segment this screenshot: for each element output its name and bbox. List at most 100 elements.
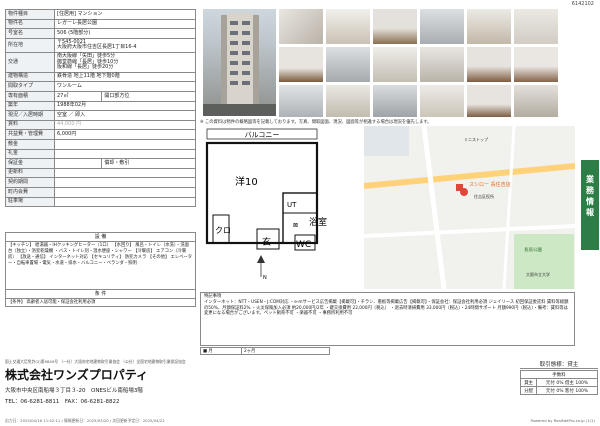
sidebar-char-1: 業	[586, 175, 594, 184]
spec-row: 町内会費	[5, 186, 196, 198]
spec-value: [住居用] マンション	[54, 9, 196, 20]
north-icon: N	[263, 275, 267, 281]
remarks-box: 特記事項 インターネット：NTT・USEN・J:COM対応 ・e-mサービス広告…	[200, 292, 575, 346]
spec-label: 賃料	[5, 119, 55, 131]
spec-row: 号室名 506 (5階部分)	[5, 28, 196, 39]
spec-label: 敷金	[5, 138, 55, 150]
spec-value	[54, 196, 196, 208]
spec-value: 1988年02月	[54, 100, 196, 112]
spec-value: 空室 ／ 即入	[54, 110, 196, 121]
room-photo-7	[279, 47, 323, 82]
spec-label: 物件種目	[5, 9, 55, 20]
spec-row: 更新料	[5, 167, 196, 179]
room-label: 洋10	[235, 175, 258, 188]
spec-label-secondary: 償却・敷引	[101, 159, 148, 168]
room-photo-5	[467, 9, 511, 44]
spec-label: 交通	[5, 51, 55, 73]
room-photo-13	[279, 85, 323, 117]
room-photo-17	[467, 85, 511, 117]
room-photo-15	[373, 85, 417, 117]
room-photo-14	[326, 85, 370, 117]
spec-value	[54, 167, 196, 179]
floor-plan: バルコニー 洋10 UT ⊠ 浴室 クロ 玄 WC N	[205, 127, 360, 287]
spec-value: 〒545-0021 大阪府大阪市住吉区長居1丁目16-4	[54, 37, 196, 53]
spec-row: 専有面積 27㎡ 開口部方位	[5, 90, 196, 102]
conditions-text: 【条件】 高齢者入居可能・保証会社利用必須	[5, 299, 196, 307]
license-line: 国土交通大臣免許(2)第9849号 （一社）大阪府宅地建物取引業協会 （公社）全…	[5, 359, 186, 364]
room-photo-8	[326, 47, 370, 82]
deal-title: 取引態様：貸主	[520, 360, 598, 369]
spec-value: 6,000円	[54, 129, 196, 140]
room-photo-1	[279, 9, 323, 44]
disclaimer-note: ※ この資料は物件の概略図等を記載しております。写真、間取図面、現況、図面等が相…	[200, 120, 432, 125]
bottom-left: 出力日：2025/04/16 11:42:11 / 情報更新日：2025/03/…	[5, 418, 165, 423]
spec-label: 町内会費	[5, 186, 55, 198]
spec-row: 賃料 44,000 円	[5, 119, 196, 131]
map-place-3: 住吉区役所	[474, 193, 494, 199]
sidebar-char-4: 報	[586, 208, 594, 217]
spec-label-secondary: 開口部方位	[101, 91, 148, 101]
room-photo-3	[373, 9, 417, 44]
room-photo-6	[514, 9, 558, 44]
spec-row: 駐車場	[5, 196, 196, 208]
location-map[interactable]: スシロー 長住吉店 ミニストップ 住吉区役所 長居公園 大阪市立大学	[364, 126, 575, 289]
room-photo-12	[514, 47, 558, 82]
map-place-1: スシロー 長住吉店	[469, 181, 511, 188]
bottom-right: Powered by RealNetPro.co.jp (1/1)	[530, 418, 595, 423]
company-phone: TEL：06-6281-8811 FAX：06-6281-8822	[5, 399, 120, 405]
remarks-text: インターネット：NTT・USEN・J:COM対応 ・e-mサービス広告掲載【掲載…	[204, 299, 569, 317]
property-spec-table: 物件種目 [住居用] マンション 物件名 レガーレ長居公園 号室名 506 (5階部分) 所…	[5, 9, 196, 208]
company-address: 大阪市中央区南船場３丁目３-20 ONESビル南船場3階	[5, 388, 143, 394]
spec-value: 償却・敷引	[54, 158, 196, 169]
spec-label: 礼金	[5, 148, 55, 160]
spec-label: 共益費・管理費	[5, 129, 55, 140]
spec-row: 築年 1988年02月	[5, 100, 196, 112]
spec-label: 更新料	[5, 167, 55, 179]
spec-label: 号室名	[5, 28, 55, 39]
remarks-bottom-value: 2ヶ月	[241, 348, 255, 354]
fee-row-1-label: 貸主	[519, 378, 538, 387]
spec-value: 44,000 円	[54, 119, 196, 131]
spec-row: 物件種目 [住居用] マンション	[5, 9, 196, 20]
spec-value	[54, 186, 196, 198]
spec-label: 駐車場	[5, 196, 55, 208]
map-place-4: 長居公園	[524, 247, 542, 253]
spec-row: 建物構造 鉄骨造 地上11階 地下階0階	[5, 71, 196, 83]
fee-row-2-label: 分配	[519, 386, 538, 395]
spec-label: 間取タイプ	[5, 81, 55, 92]
fee-row-1-value: 元付 0% 借主 100%	[536, 378, 598, 387]
spec-row: 交通 南大阪線「矢田」徒歩5分 御堂筋線「長居」徒歩10分 阪和線「長居」徒歩20…	[5, 51, 196, 73]
bottom-bar: 出力日：2025/04/16 11:42:11 / 情報更新日：2025/03/…	[0, 418, 600, 424]
business-info-tab[interactable]: 業 務 情 報	[581, 160, 599, 250]
map-place-5: 大阪市立大学	[526, 271, 550, 277]
spec-label: 所在地	[5, 37, 55, 53]
room-photo-4	[420, 9, 464, 44]
spec-value	[54, 148, 196, 160]
spec-value: 506 (5階部分)	[54, 28, 196, 39]
room-photo-9	[373, 47, 417, 82]
wc-label: WC	[296, 240, 311, 250]
spec-row: 共益費・管理費 6,000円	[5, 129, 196, 140]
spec-row: 現況／入居時期 空室 ／ 即入	[5, 110, 196, 121]
map-place-2: ミニストップ	[464, 136, 488, 142]
room-photo-2	[326, 9, 370, 44]
company-name: 株式会社ワンズプロパティ	[5, 368, 149, 382]
spec-row: 保証金 償却・敷引	[5, 158, 196, 169]
spec-label: 建物構造	[5, 71, 55, 83]
spec-row: 物件名 レガーレ長居公園	[5, 18, 196, 30]
document-id: 6142102	[571, 1, 594, 7]
spec-label: 契約期間	[5, 177, 55, 188]
balcony-label: バルコニー	[245, 131, 280, 139]
sidebar-char-3: 情	[586, 197, 594, 206]
spec-label: 現況／入居時期	[5, 110, 55, 121]
ut-label: UT	[287, 201, 297, 209]
fee-row-2-value: 元付 0% 客付 100%	[536, 386, 598, 395]
sidebar-char-2: 務	[586, 186, 594, 195]
spec-row: 敷金	[5, 138, 196, 150]
spec-label: 物件名	[5, 18, 55, 30]
spec-value: 27㎡ 開口部方位	[54, 90, 196, 102]
conditions-heading: 条 件	[5, 290, 196, 299]
spec-row: 契約期間	[5, 177, 196, 188]
spec-value: 鉄骨造 地上11階 地下階0階	[54, 71, 196, 83]
room-photo-10	[420, 47, 464, 82]
